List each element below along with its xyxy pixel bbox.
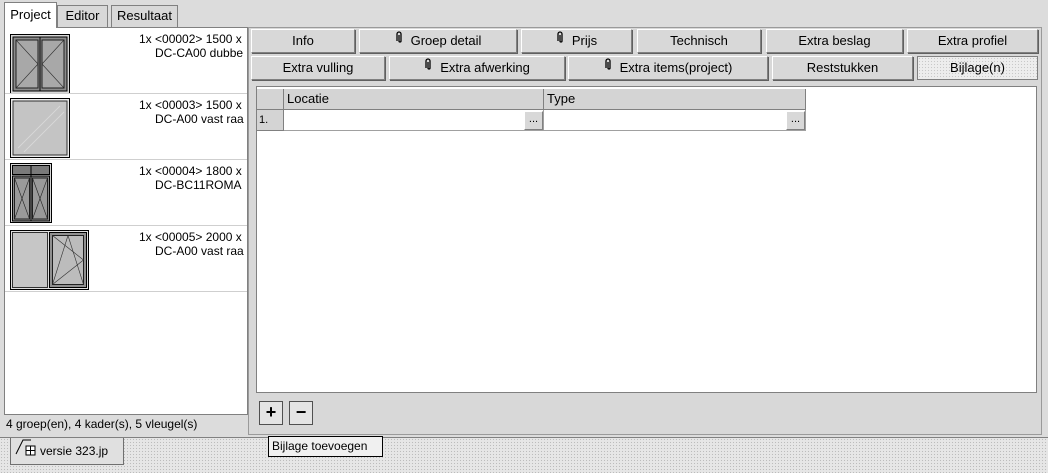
tab-bijlagen[interactable]: Bijlage(n) — [917, 56, 1038, 80]
tab-extra-profiel[interactable]: Extra profiel — [907, 29, 1038, 53]
item-line-2: DC-A00 vast raa — [155, 112, 244, 126]
item-line-1: 1x <00002> 1500 x — [139, 32, 242, 46]
tab-label: Extra beslag — [798, 33, 871, 48]
tab-label: Bijlage(n) — [950, 60, 1005, 75]
tab-extra-vulling[interactable]: Extra vulling — [251, 56, 385, 80]
remove-attachment-button[interactable]: − — [289, 401, 313, 425]
tab-extra-items-project[interactable]: Extra items(project) — [568, 56, 768, 80]
tab-label: Prijs — [571, 33, 598, 48]
column-header-type[interactable]: Type — [544, 89, 806, 110]
bottom-tab-strip — [0, 437, 1048, 473]
version-file-icon — [15, 438, 37, 464]
list-item-00005[interactable]: 1x <00005> 2000 x DC-A00 vast raa — [5, 226, 247, 292]
tab-extra-beslag[interactable]: Extra beslag — [766, 29, 903, 53]
status-summary: 4 groep(en), 4 kader(s), 5 vleugel(s) — [6, 417, 198, 431]
item-line-1: 1x <00005> 2000 x — [139, 230, 242, 244]
tab-technisch[interactable]: Technisch — [637, 29, 761, 53]
tab-project[interactable]: Project — [4, 2, 57, 28]
item-line-1: 1x <00004> 1800 x — [139, 164, 242, 178]
list-item-00004[interactable]: 1x <00004> 1800 x DC-BC11ROMA — [5, 160, 247, 226]
tab-groep-detail[interactable]: Groep detail — [359, 29, 517, 53]
paperclip-icon — [424, 56, 432, 78]
tab-resultaat[interactable]: Resultaat — [111, 5, 178, 27]
type-browse-button[interactable]: ... — [786, 111, 805, 130]
column-header-locatie[interactable]: Locatie — [284, 89, 544, 110]
tab-reststukken[interactable]: Reststukken — [772, 56, 913, 80]
tab-label: Extra items(project) — [619, 60, 733, 75]
project-list[interactable]: 1x <00002> 1500 x DC-CA00 dubbe 1x <0000… — [4, 27, 248, 415]
tab-label: Extra vulling — [282, 60, 354, 75]
tab-label: Extra profiel — [937, 33, 1008, 48]
transom-window-thumbnail — [10, 163, 52, 223]
attachments-grid[interactable] — [256, 86, 1037, 393]
double-door-thumbnail — [10, 34, 70, 93]
locatie-browse-button[interactable]: ... — [524, 111, 543, 130]
tab-label: Groep detail — [410, 33, 482, 48]
row-number[interactable]: 1. — [257, 110, 284, 131]
tab-label: Reststukken — [806, 60, 879, 75]
item-line-2: DC-CA00 dubbe — [155, 46, 244, 60]
tab-editor[interactable]: Editor — [57, 5, 108, 27]
tooltip: Bijlage toevoegen — [268, 436, 383, 457]
tab-prijs[interactable]: Prijs — [521, 29, 632, 53]
paperclip-icon — [395, 29, 403, 51]
paperclip-icon — [556, 29, 564, 51]
item-line-2: DC-A00 vast raa — [155, 244, 244, 258]
grid-corner — [257, 89, 284, 110]
tab-info[interactable]: Info — [251, 29, 355, 53]
version-tab-label: versie 323.jp — [40, 444, 109, 458]
fixed-opening-window-thumbnail — [10, 230, 89, 290]
list-item-00003[interactable]: 1x <00003> 1500 x DC-A00 vast raa — [5, 94, 247, 160]
tab-label: Extra afwerking — [440, 60, 530, 75]
tab-label: Info — [292, 33, 314, 48]
item-line-2: DC-BC11ROMA — [155, 178, 242, 192]
item-line-1: 1x <00003> 1500 x — [139, 98, 242, 112]
type-cell[interactable] — [544, 110, 806, 131]
tab-extra-afwerking[interactable]: Extra afwerking — [389, 56, 565, 80]
list-item-00002[interactable]: 1x <00002> 1500 x DC-CA00 dubbe — [5, 28, 247, 94]
tab-label: Technisch — [670, 33, 728, 48]
version-tab[interactable]: versie 323.jp — [10, 438, 124, 465]
locatie-cell[interactable] — [284, 110, 544, 131]
add-attachment-button[interactable]: + — [259, 401, 283, 425]
fixed-window-thumbnail — [10, 98, 70, 158]
paperclip-icon — [604, 56, 612, 78]
